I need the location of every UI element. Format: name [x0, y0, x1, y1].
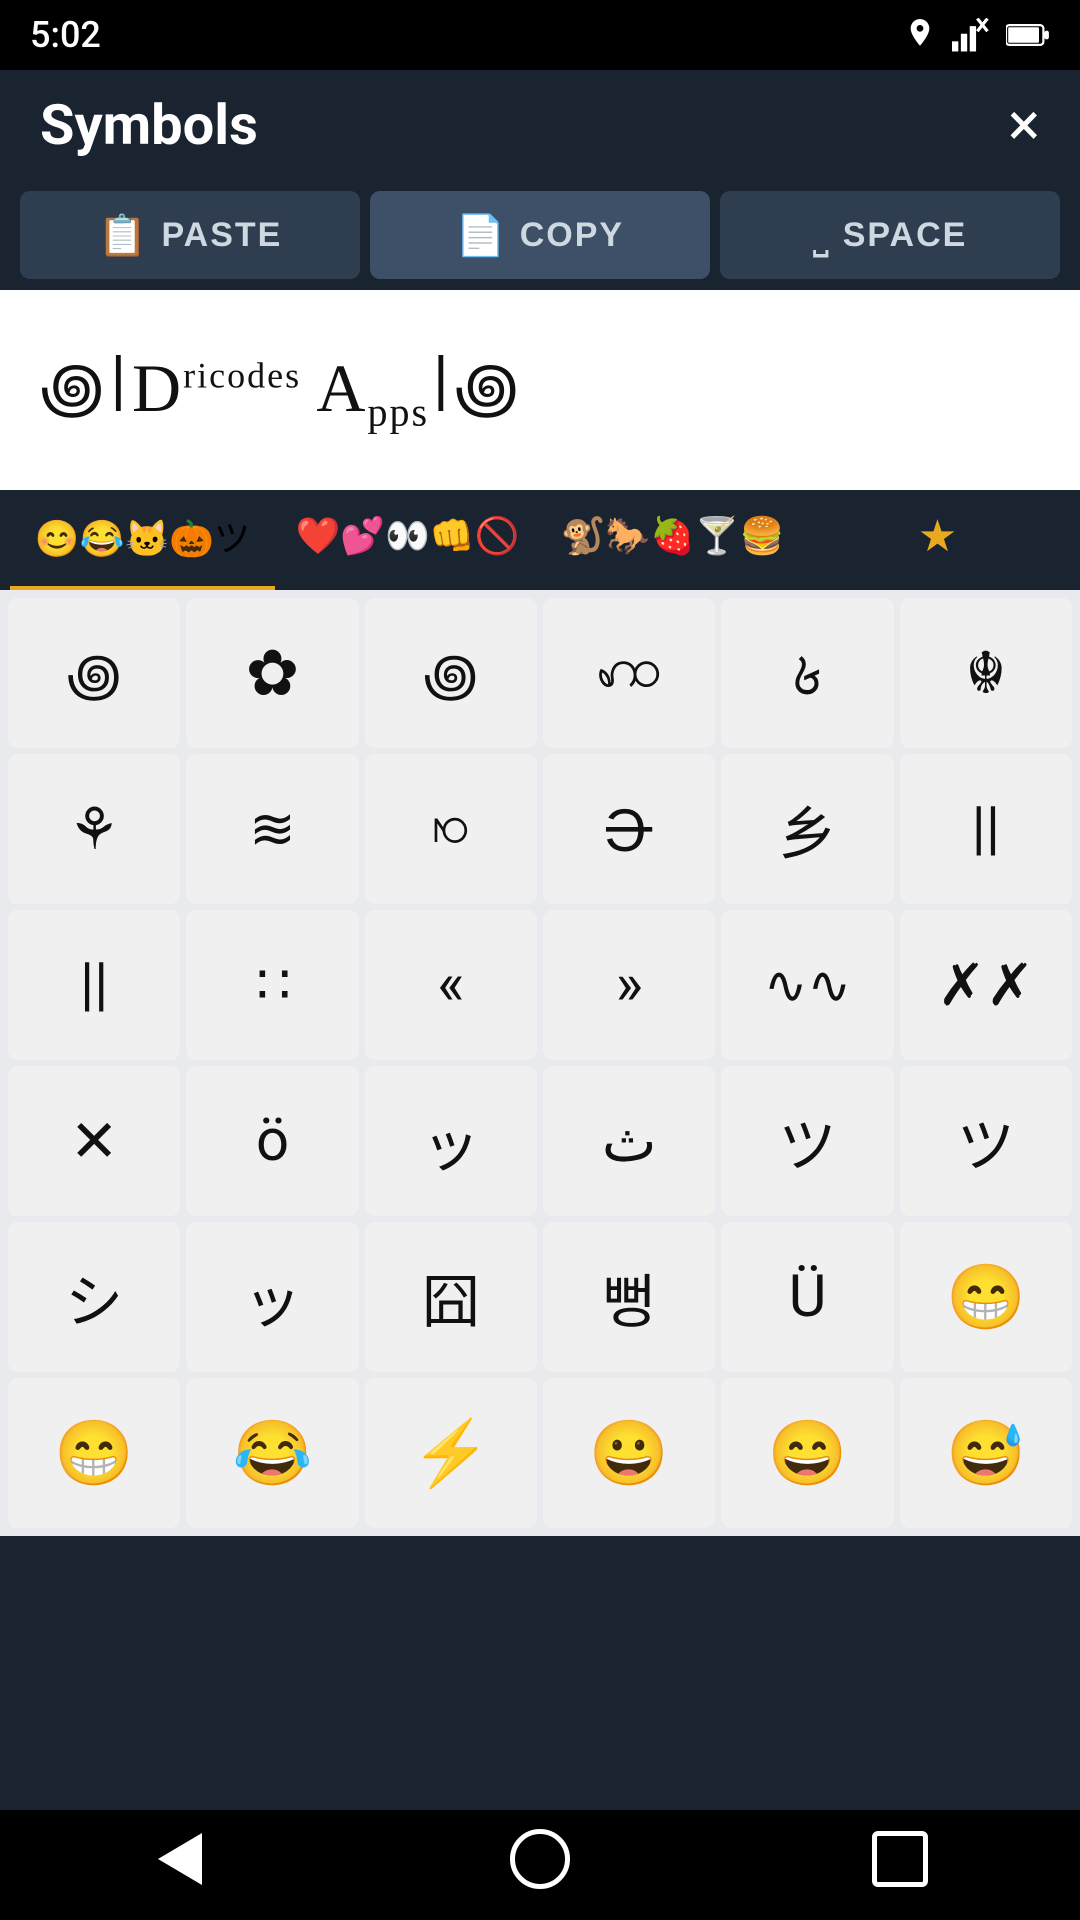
tab-favorites[interactable]: ★: [805, 490, 1070, 590]
symbol-cell[interactable]: ث: [543, 1066, 715, 1216]
symbol-cell[interactable]: ||: [8, 910, 180, 1060]
space-label: SPACE: [843, 216, 968, 255]
action-bar: 📋 PASTE 📄 COPY ⎵ SPACE: [0, 180, 1080, 290]
home-icon: [510, 1829, 570, 1902]
symbol-cell[interactable]: «: [365, 910, 537, 1060]
location-icon: [904, 16, 936, 54]
paste-label: PASTE: [161, 216, 282, 255]
symbol-cell[interactable]: 뻥: [543, 1222, 715, 1372]
symbol-cell[interactable]: ∷: [186, 910, 358, 1060]
back-icon: [158, 1833, 202, 1898]
space-icon: ⎵: [813, 213, 829, 258]
symbol-cell[interactable]: 😄: [721, 1378, 893, 1528]
symbol-cell[interactable]: ꩲ: [543, 598, 715, 748]
symbol-cell[interactable]: シ: [8, 1222, 180, 1372]
symbol-cell[interactable]: ⚡: [365, 1378, 537, 1528]
symbol-cell[interactable]: Ü: [721, 1222, 893, 1372]
symbol-cell[interactable]: ꩜: [8, 598, 180, 748]
symbol-cell[interactable]: 𑁌: [543, 754, 715, 904]
category-tabs: 😊😂🐱🎃ツ ❤️💕👀👊🚫 🐒🐎🍓🍸🍔 ★: [0, 490, 1080, 590]
battery-icon: [1006, 21, 1050, 49]
paste-icon: 📋: [98, 212, 148, 259]
status-icons: [904, 16, 1050, 54]
page-title: Symbols: [40, 92, 258, 158]
copy-button[interactable]: 📄 COPY: [370, 191, 710, 279]
app-header: Symbols ×: [0, 70, 1080, 180]
status-bar: 5:02: [0, 0, 1080, 70]
symbol-cell[interactable]: ツ: [721, 1066, 893, 1216]
symbol-cell[interactable]: 😁: [8, 1378, 180, 1528]
symbol-cell[interactable]: 😀: [543, 1378, 715, 1528]
tab-hearts[interactable]: ❤️💕👀👊🚫: [275, 490, 540, 590]
nav-bar: [0, 1810, 1080, 1920]
symbol-cell[interactable]: ∿∿: [721, 910, 893, 1060]
status-time: 5:02: [30, 14, 101, 56]
text-content: ꩜𑁇Dricodes Apps𑁇꩜: [40, 341, 521, 439]
symbol-cell[interactable]: ꩜: [365, 598, 537, 748]
symbol-cell[interactable]: ꩯ: [365, 754, 537, 904]
text-display: ꩜𑁇Dricodes Apps𑁇꩜: [0, 290, 1080, 490]
symbol-cell[interactable]: ッ: [365, 1066, 537, 1216]
recent-icon: [872, 1831, 928, 1900]
paste-button[interactable]: 📋 PASTE: [20, 191, 360, 279]
symbol-cell[interactable]: ツ: [900, 1066, 1072, 1216]
nav-back-button[interactable]: [135, 1820, 225, 1910]
symbol-cell[interactable]: ö: [186, 1066, 358, 1216]
tab-animals[interactable]: 🐒🐎🍓🍸🍔: [540, 490, 805, 590]
symbol-cell[interactable]: ッ: [186, 1222, 358, 1372]
symbol-cell[interactable]: ≋: [186, 754, 358, 904]
symbol-cell[interactable]: ✗✗: [900, 910, 1072, 1060]
copy-label: COPY: [520, 216, 624, 255]
symbol-cell[interactable]: 😅: [900, 1378, 1072, 1528]
symbol-cell[interactable]: ✕: [8, 1066, 180, 1216]
space-button[interactable]: ⎵ SPACE: [720, 191, 1060, 279]
symbol-cell[interactable]: 😁: [900, 1222, 1072, 1372]
copy-icon: 📄: [456, 212, 506, 259]
close-button[interactable]: ×: [1008, 95, 1040, 155]
signal-icon: [952, 18, 990, 52]
symbol-grid: ꩜ ✿ ꩜ ꩲ ꣙ ☬ ⚘ ≋ ꩯ 𑁌 乡 || || ∷ « » ∿∿ ✗✗ …: [0, 590, 1080, 1536]
symbol-cell[interactable]: 囧: [365, 1222, 537, 1372]
symbol-cell[interactable]: 乡: [721, 754, 893, 904]
symbol-cell[interactable]: 😂: [186, 1378, 358, 1528]
nav-recent-button[interactable]: [855, 1820, 945, 1910]
tab-smiley[interactable]: 😊😂🐱🎃ツ: [10, 490, 275, 590]
symbol-cell[interactable]: ||: [900, 754, 1072, 904]
symbol-cell[interactable]: ☬: [900, 598, 1072, 748]
star-icon: ★: [918, 510, 957, 562]
nav-home-button[interactable]: [495, 1820, 585, 1910]
symbol-cell[interactable]: ⚘: [8, 754, 180, 904]
symbol-cell[interactable]: ꣙: [721, 598, 893, 748]
symbol-cell[interactable]: »: [543, 910, 715, 1060]
symbol-cell[interactable]: ✿: [186, 598, 358, 748]
